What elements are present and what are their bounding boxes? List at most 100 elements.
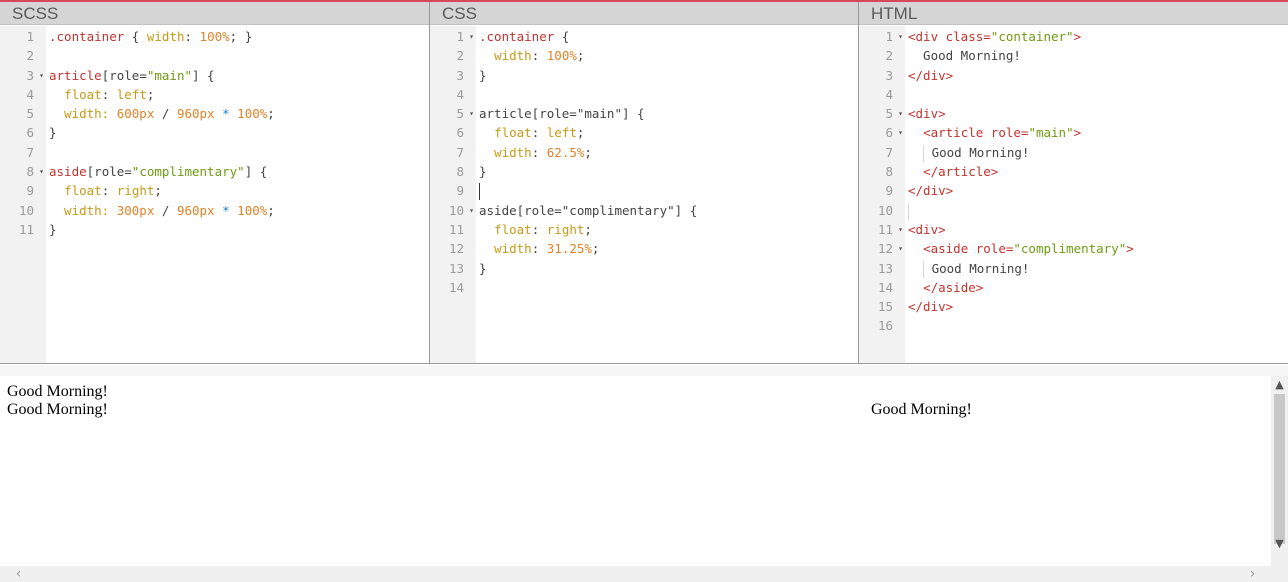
tag: <aside <box>923 241 969 257</box>
text-node: Good Morning! <box>931 144 1030 160</box>
html-editor[interactable]: 1 ▾ 2 3 4 5 ▾ 6 ▾ 7 8 9 10 11 ▾ 12 ▾ 13 14 15 16 <div class=… <box>859 26 1288 363</box>
indent-guide <box>923 144 925 162</box>
line-number: 7 <box>885 144 893 160</box>
fold-arrow-icon[interactable]: ▾ <box>898 239 903 258</box>
punct: : <box>531 125 547 141</box>
operator: / <box>154 202 177 218</box>
value: 960px <box>176 202 215 218</box>
value: 100% <box>546 48 577 64</box>
fold-arrow-icon[interactable]: ▾ <box>469 201 474 220</box>
html-pane: HTML 1 ▾ 2 3 4 5 ▾ 6 ▾ 7 8 9 10 11 ▾ 12 ▾ 13 14 15 16 <div c… <box>859 2 1288 363</box>
css-code[interactable]: .container { width: 100%; } article[role… <box>476 26 858 363</box>
line-number: 16 <box>877 318 893 334</box>
css-editor[interactable]: 1 ▾ 2 3 4 5 ▾ 6 7 8 9 10 ▾ 11 12 13 14 .container { widt… <box>430 26 858 363</box>
value: 600px <box>116 106 155 122</box>
line-number: 10 ▾ <box>430 201 476 220</box>
code-line: } <box>479 67 487 83</box>
text-cursor <box>479 183 480 201</box>
code-line: <div class="container"> <box>908 27 1288 46</box>
tag: </aside> <box>923 279 984 295</box>
indent-guide <box>923 260 925 278</box>
line-number: 9 <box>26 183 34 199</box>
pane-divider[interactable] <box>0 365 1288 376</box>
code-line: } <box>479 260 487 276</box>
line-number: 11 <box>448 221 464 237</box>
code-line: </article> <box>908 162 1288 181</box>
line-number: 4 <box>885 86 893 102</box>
operator: / <box>154 106 177 122</box>
css-pane: CSS 1 ▾ 2 3 4 5 ▾ 6 7 8 9 10 ▾ 11 12 13 14 .container { … <box>430 2 859 363</box>
punct: ; <box>576 48 585 64</box>
tag: > <box>1073 125 1082 141</box>
fold-arrow-icon[interactable]: ▾ <box>898 104 903 123</box>
html-gutter: 1 ▾ 2 3 4 5 ▾ 6 ▾ 7 8 9 10 11 ▾ 12 ▾ 13 14 15 16 <box>859 26 905 363</box>
code-line: float: right; <box>479 220 858 239</box>
code-line: article[role="main"] { <box>479 104 858 123</box>
line-number: 14 <box>448 279 464 295</box>
property: float <box>494 221 532 237</box>
scss-editor[interactable]: 1 2 3 ▾ 4 5 6 7 8 ▾ 9 10 11 .container { width: 100%… <box>0 26 429 363</box>
html-pane-title: HTML <box>859 2 1288 25</box>
line-number: 2 <box>456 48 464 64</box>
code-line: .container { <box>479 27 858 46</box>
line-number: 11 ▾ <box>859 220 905 239</box>
property: width <box>494 241 532 257</box>
code-line: aside[role="complimentary"] { <box>49 162 429 181</box>
code-line: <aside role="complimentary"> <box>908 239 1288 258</box>
fold-arrow-icon[interactable]: ▾ <box>469 27 474 46</box>
value: right <box>546 221 585 237</box>
fold-arrow-icon[interactable]: ▾ <box>39 66 44 85</box>
scroll-thumb[interactable] <box>1274 394 1285 544</box>
code-line: } <box>479 164 487 180</box>
string: "main" <box>1028 125 1074 141</box>
line-number: 8 ▾ <box>0 162 46 181</box>
punct: [role= <box>86 164 132 180</box>
fold-arrow-icon[interactable]: ▾ <box>898 123 903 142</box>
fold-arrow-icon[interactable]: ▾ <box>898 27 903 46</box>
line-number: 9 <box>456 183 464 199</box>
css-pane-title: CSS <box>430 2 858 25</box>
horizontal-scrollbar[interactable]: ‹ › <box>0 566 1271 582</box>
scroll-right-icon[interactable]: › <box>1244 566 1261 582</box>
property: width <box>146 29 185 44</box>
line-number: 7 <box>26 144 34 160</box>
line-number: 3 ▾ <box>0 66 46 85</box>
code-line: Good Morning! <box>908 143 1288 162</box>
preview-frame[interactable]: Good Morning! Good Morning! Good Morning… <box>0 376 1288 582</box>
line-number: 11 <box>18 221 34 237</box>
code-line: } <box>49 125 57 141</box>
scroll-left-icon[interactable]: ‹ <box>10 566 27 582</box>
vertical-scrollbar[interactable]: ▲ ▼ <box>1271 376 1288 566</box>
punct: ; <box>584 221 592 237</box>
html-code[interactable]: <div class="container"> Good Morning! </… <box>905 26 1288 363</box>
scroll-down-icon[interactable]: ▼ <box>1271 535 1288 552</box>
line-number: 13 <box>877 260 893 276</box>
line-number: 2 <box>26 48 34 64</box>
value: 100% <box>237 202 268 218</box>
scss-code[interactable]: .container { width: 100%; } article[role… <box>46 26 429 363</box>
code-line: <div> <box>908 106 946 122</box>
code-line: } <box>49 221 57 237</box>
code-line: </div> <box>908 67 954 83</box>
fold-arrow-icon[interactable]: ▾ <box>469 104 474 123</box>
line-number: 5 ▾ <box>430 104 476 123</box>
scroll-up-icon[interactable]: ▲ <box>1271 376 1288 393</box>
punct: : <box>531 221 547 237</box>
code-line: width: 300px / 960px * 100%; <box>49 201 429 220</box>
fold-arrow-icon[interactable]: ▾ <box>39 162 44 181</box>
value: 960px <box>176 106 215 122</box>
tag: > <box>1073 29 1082 44</box>
punct: ] { <box>244 164 268 180</box>
fold-arrow-icon[interactable]: ▾ <box>898 220 903 239</box>
value: 100% <box>199 29 230 44</box>
attribute: class= <box>938 29 991 44</box>
line-number: 5 ▾ <box>859 104 905 123</box>
selector: article <box>49 67 102 83</box>
value: 300px <box>116 202 155 218</box>
